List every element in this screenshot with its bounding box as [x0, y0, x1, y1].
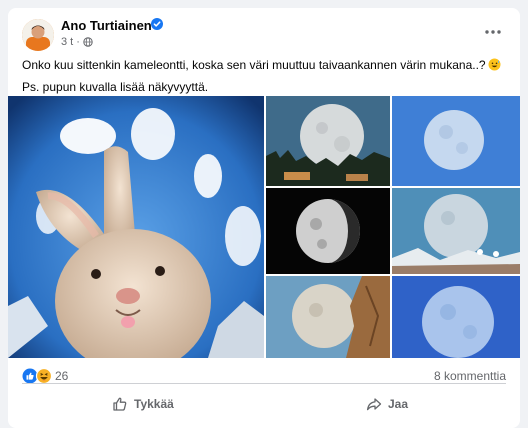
moon-photo-forest[interactable]: [266, 96, 390, 186]
like-reaction-icon: [22, 368, 38, 384]
post-meta: 3 t ·: [61, 36, 93, 48]
like-label: Tykkää: [134, 397, 174, 411]
post-text-line-1: Onko kuu sittenkin kameleontti, koska se…: [22, 58, 501, 72]
moon-photo-mountain[interactable]: [392, 188, 520, 274]
share-icon: [366, 398, 382, 411]
moon-photo-blue-1[interactable]: [392, 96, 520, 186]
haha-reaction-icon: [35, 368, 53, 384]
bunny-photo[interactable]: [8, 96, 264, 358]
share-label: Jaa: [388, 397, 409, 411]
post-stats: 26 8 kommenttia: [8, 358, 520, 392]
like-button[interactable]: Tykkää: [112, 389, 174, 419]
author-name[interactable]: Ano Turtiainen: [61, 18, 152, 33]
more-options-icon[interactable]: [481, 22, 505, 42]
globe-icon[interactable]: [83, 37, 93, 47]
post-text-content: Onko kuu sittenkin kameleontti, koska se…: [22, 58, 486, 72]
comment-count[interactable]: 8 kommenttia: [434, 369, 506, 383]
moon-photo-dark[interactable]: [266, 188, 390, 274]
post-header: Ano Turtiainen 3 t ·: [8, 8, 520, 56]
photo-collage[interactable]: [8, 96, 520, 358]
moon-photo-blue-2[interactable]: [392, 276, 520, 358]
author-avatar[interactable]: [22, 19, 54, 51]
grinning-sweat-emoji: [488, 58, 501, 71]
post-time[interactable]: 3 t: [61, 36, 73, 48]
post-card: Ano Turtiainen 3 t · Onko kuu sittenkin …: [8, 8, 520, 428]
share-button[interactable]: Jaa: [366, 389, 408, 419]
meta-separator: ·: [76, 36, 80, 48]
reaction-icons[interactable]: [22, 368, 54, 384]
thumbs-up-icon: [113, 397, 127, 411]
post-text-line-2: Ps. pupun kuvalla lisää näkyvyyttä.: [22, 80, 209, 94]
moon-photo-cliff[interactable]: [266, 276, 390, 358]
reaction-count[interactable]: 26: [55, 369, 68, 383]
actions-divider: [22, 383, 506, 384]
verified-badge-icon: [151, 18, 163, 30]
